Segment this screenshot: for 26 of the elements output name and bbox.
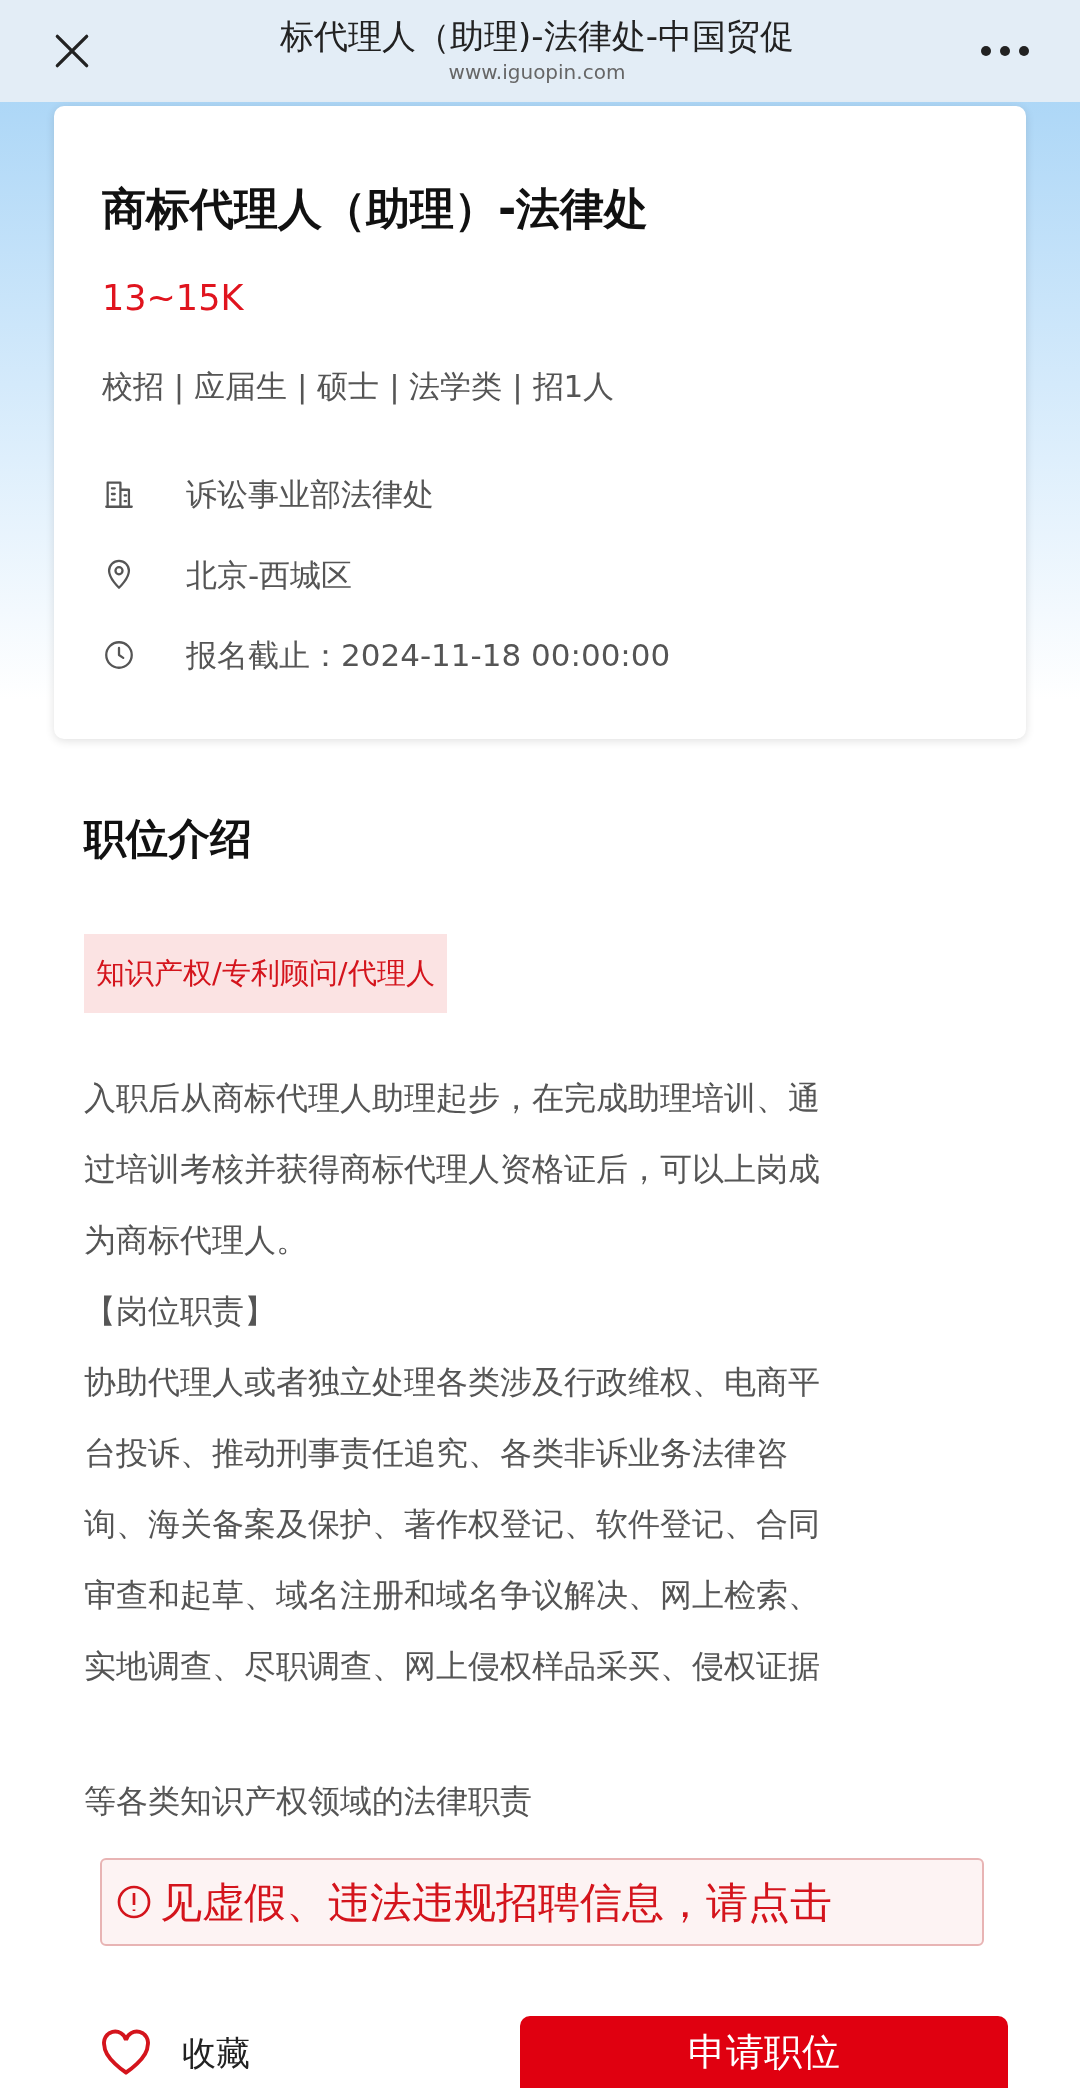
- page-url: www.iguopin.com: [448, 59, 626, 87]
- job-tags: 校招 | 应届生 | 硕士 | 法学类 | 招1人: [102, 362, 978, 409]
- description-line: 协助代理人或者独立处理各类涉及行政维权、电商平: [84, 1362, 821, 1403]
- description-line: 等各类知识产权领域的法律职责: [84, 1781, 533, 1822]
- report-banner[interactable]: 见虚假、违法违规招聘信息，请点击: [100, 1858, 984, 1946]
- category-tag: 知识产权/专利顾问/代理人: [84, 933, 447, 1013]
- warning-icon: [116, 1884, 152, 1920]
- info-text: 报名截止：2024-11-18 00:00:00: [186, 636, 671, 675]
- description-line: 入职后从商标代理人助理起步，在完成助理培训、通: [84, 1078, 821, 1119]
- description-line: 实地调查、尽职调查、网上侵权样品采买、侵权证据: [84, 1646, 821, 1687]
- description-line: 【岗位职责】: [84, 1291, 277, 1332]
- description-line: 台投诉、推动刑事责任追究、各类非诉业务法律咨: [84, 1433, 789, 1474]
- description-line: 为商标代理人。: [84, 1220, 309, 1261]
- job-title: 商标代理人（助理）-法律处: [102, 182, 650, 236]
- salary: 13~15K: [102, 277, 245, 320]
- heart-icon[interactable]: [100, 2029, 152, 2077]
- favorite-label[interactable]: 收藏: [182, 2027, 250, 2079]
- section-heading: 职位介绍: [84, 812, 253, 865]
- more-icon[interactable]: [980, 45, 1030, 57]
- page-title: 标代理人（助理)-法律处-中国贸促: [280, 14, 794, 58]
- apply-button[interactable]: 申请职位: [520, 2016, 1008, 2088]
- description-line: 审查和起草、域名注册和域名争议解决、网上检索、: [84, 1575, 821, 1616]
- info-text: 北京-西城区: [186, 555, 353, 595]
- info-text: 诉讼事业部法律处: [186, 475, 434, 514]
- description-line: 询、海关备案及保护、著作权登记、软件登记、合同: [84, 1504, 821, 1545]
- description-line: 过培训考核并获得商标代理人资格证后，可以上岗成: [84, 1149, 821, 1190]
